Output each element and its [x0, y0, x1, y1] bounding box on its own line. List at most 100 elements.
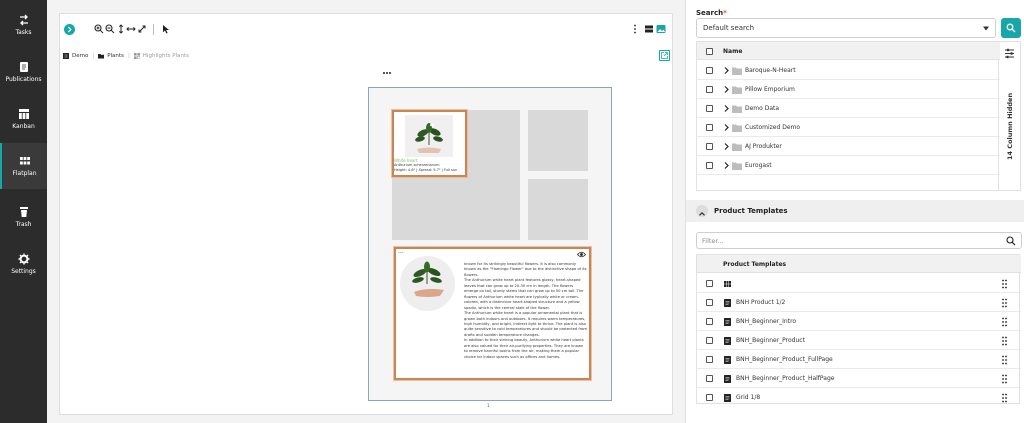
row-checkbox[interactable]	[706, 124, 713, 131]
sidebar-item-label: Settings	[11, 268, 36, 275]
table-row[interactable]: Baroque-N-Heart	[697, 61, 1000, 80]
table-row[interactable]: BNH_Beginner_Product_FullPage	[697, 350, 1021, 369]
zoom-out-icon[interactable]	[105, 24, 115, 34]
publication-tree-table: Name Baroque-N-Heart Pillow Emporium Dem…	[696, 41, 1000, 191]
sidebar-item-tasks[interactable]: Tasks	[0, 2, 47, 48]
sidebar: Tasks Publications Kanban Flatplan Trash…	[0, 0, 47, 423]
table-row[interactable]: BNH Product 1/2	[697, 293, 1021, 312]
row-checkbox[interactable]	[706, 375, 713, 382]
product-size: Height: 4-6" | Spread: 5-7" | Full sun	[394, 168, 458, 172]
filter-input[interactable]: Filter...	[696, 232, 1022, 249]
table-row[interactable]: Eurogast	[697, 156, 1000, 175]
row-checkbox[interactable]	[706, 280, 713, 287]
tree-item-label: Pillow Emporium	[745, 86, 795, 93]
row-checkbox[interactable]	[706, 318, 713, 325]
table-row[interactable]: BNH_Beginner_Intro	[697, 312, 1021, 331]
drag-handle-icon[interactable]	[1001, 279, 1008, 289]
fit-width-icon[interactable]	[126, 24, 136, 34]
drag-handle-icon[interactable]	[1001, 336, 1008, 346]
row-checkbox[interactable]	[706, 356, 713, 363]
table-row[interactable]: Demo Data	[697, 99, 1000, 118]
drag-handle-icon[interactable]	[1001, 374, 1008, 384]
plant-illustration	[405, 115, 453, 157]
plant-hand-illustration	[412, 261, 444, 297]
folder-icon	[732, 67, 742, 75]
row-checkbox[interactable]	[706, 337, 713, 344]
publication-icon	[63, 53, 69, 59]
publications-icon	[19, 62, 28, 72]
column-header-product-templates[interactable]: Product Templates	[723, 261, 786, 268]
hidden-columns-strip[interactable]: 14 Column Hidden	[999, 41, 1021, 191]
folder-icon	[732, 86, 742, 94]
column-header-name[interactable]: Name	[723, 48, 742, 55]
template-label: Grid 1/8	[736, 394, 761, 401]
fullscreen-icon[interactable]	[137, 24, 147, 34]
row-checkbox[interactable]	[706, 86, 713, 93]
row-checkbox[interactable]	[706, 143, 713, 150]
select-all-checkbox[interactable]	[706, 48, 713, 55]
row-checkbox[interactable]	[706, 162, 713, 169]
drag-handle-icon[interactable]	[1001, 298, 1008, 308]
search-button[interactable]	[1001, 18, 1021, 38]
row-checkbox[interactable]	[706, 105, 713, 112]
drag-handle-icon[interactable]	[1001, 355, 1008, 365]
breadcrumb-item[interactable]: Demo	[63, 53, 88, 59]
layout-block[interactable]	[528, 179, 588, 240]
chevron-right-icon[interactable]	[724, 162, 729, 169]
search-icon	[1006, 236, 1016, 246]
open-external-icon[interactable]	[659, 50, 670, 61]
table-row[interactable]: Pillow Emporium	[697, 80, 1000, 99]
chevron-right-icon[interactable]	[724, 67, 729, 74]
sidebar-item-trash[interactable]: Trash	[0, 194, 47, 240]
fit-height-icon[interactable]	[116, 24, 126, 34]
row-checkbox[interactable]	[706, 394, 713, 401]
chevron-right-icon[interactable]	[724, 105, 729, 112]
document-icon	[724, 375, 731, 383]
product-card-selected[interactable]: White heart Anthurium scherzerianum Heig…	[392, 110, 467, 177]
tree-item-label: Eurogast	[745, 162, 772, 169]
product-templates-header[interactable]: Product Templates	[686, 200, 1024, 222]
pointer-icon[interactable]	[161, 24, 171, 34]
row-checkbox[interactable]	[706, 299, 713, 306]
folder-icon	[732, 162, 742, 170]
collapse-toggle[interactable]	[696, 205, 708, 217]
breadcrumb-item[interactable]: Plants	[98, 53, 124, 59]
breadcrumb: Demo | Plants | Highlights Plants	[63, 50, 189, 62]
chevron-right-icon[interactable]	[724, 143, 729, 150]
image-view-icon[interactable]	[656, 24, 666, 34]
table-row[interactable]: Grid 1/8	[697, 388, 1021, 407]
search-select[interactable]: Default search	[696, 18, 996, 38]
flatplan-page[interactable]: White heart Anthurium scherzerianum Heig…	[368, 87, 612, 401]
tree-item-label: Demo Data	[745, 105, 780, 112]
product-card-description[interactable]: ··· known for its strikingly beautiful f…	[394, 247, 591, 380]
drag-handle-icon[interactable]	[1001, 317, 1008, 327]
expand-circle-icon[interactable]	[64, 24, 75, 35]
row-checkbox[interactable]	[706, 67, 713, 74]
app-root: Tasks Publications Kanban Flatplan Trash…	[0, 0, 1024, 423]
list-view-icon[interactable]	[644, 24, 654, 34]
flatplan-icon	[19, 157, 30, 165]
settings-icon	[18, 253, 29, 265]
layout-block[interactable]	[528, 110, 588, 171]
sidebar-item-flatplan[interactable]: Flatplan	[0, 143, 47, 189]
page-more-icon[interactable]	[382, 70, 392, 76]
breadcrumb-item[interactable]: Highlights Plants	[133, 53, 189, 59]
table-row[interactable]	[697, 274, 1021, 293]
column-settings-icon[interactable]	[1004, 48, 1015, 59]
eye-icon[interactable]	[577, 251, 586, 258]
toolbar-divider	[153, 24, 154, 35]
drag-handle-icon[interactable]	[1001, 393, 1008, 403]
chevron-right-icon[interactable]	[724, 124, 729, 131]
sidebar-item-publications[interactable]: Publications	[0, 49, 47, 95]
sidebar-item-kanban[interactable]: Kanban	[0, 96, 47, 142]
table-row[interactable]: BNH_Beginner_Product_HalfPage	[697, 369, 1021, 388]
table-row[interactable]: BNH_Beginner_Product	[697, 331, 1021, 350]
sidebar-item-label: Kanban	[12, 123, 35, 130]
sidebar-item-settings[interactable]: Settings	[0, 241, 47, 287]
chevron-right-icon[interactable]	[724, 86, 729, 93]
kanban-icon	[18, 109, 29, 119]
table-row[interactable]: Customized Demo	[697, 118, 1000, 137]
zoom-in-icon[interactable]	[94, 24, 104, 34]
more-vertical-icon[interactable]	[633, 24, 637, 34]
table-row[interactable]: AJ Produkter	[697, 137, 1000, 156]
